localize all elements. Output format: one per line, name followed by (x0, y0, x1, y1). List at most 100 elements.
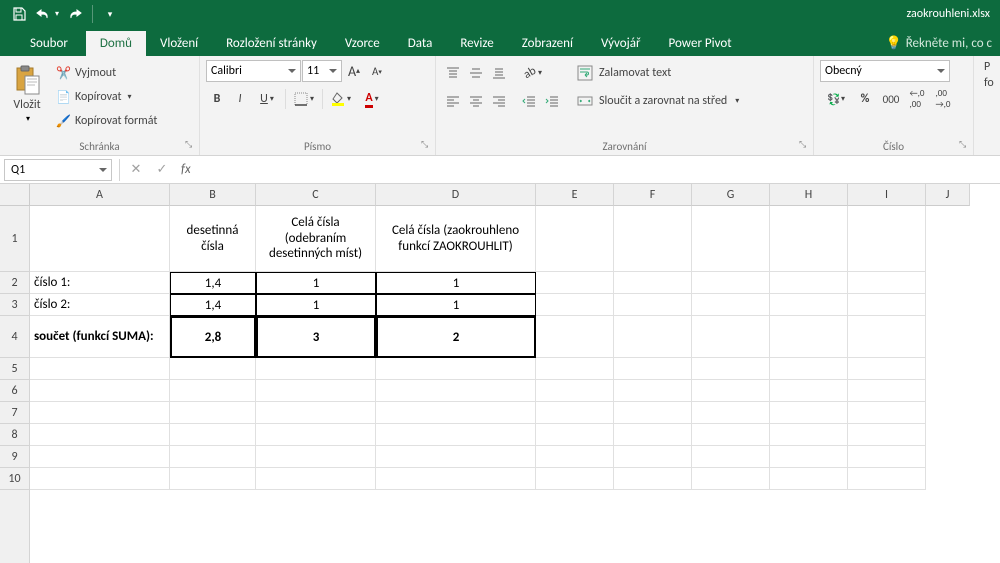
accounting-format-button[interactable]: 💱▾ (820, 88, 850, 110)
font-size-select[interactable]: 11 (302, 60, 342, 82)
wrap-text-button[interactable]: Zalamovat text (571, 62, 745, 84)
cell[interactable] (692, 402, 770, 424)
row-hdr-1[interactable]: 1 (0, 206, 29, 272)
cell[interactable] (30, 402, 170, 424)
cell[interactable] (256, 468, 376, 490)
cell[interactable] (614, 358, 692, 380)
cell[interactable]: 1,4 (170, 294, 256, 316)
cell[interactable] (30, 380, 170, 402)
increase-decimal-button[interactable]: ←,0,00 (906, 88, 928, 110)
fx-icon[interactable]: fx (181, 162, 191, 177)
cell[interactable] (692, 272, 770, 294)
cond-format-partial[interactable]: P (984, 60, 990, 74)
cell[interactable] (614, 468, 692, 490)
comma-button[interactable]: 000 (880, 88, 902, 110)
cell[interactable] (376, 402, 536, 424)
row-hdr-4[interactable]: 4 (0, 316, 29, 358)
tab-view[interactable]: Zobrazení (508, 31, 587, 56)
cell[interactable] (30, 206, 170, 272)
col-hdr-f[interactable]: F (614, 184, 692, 206)
cell[interactable] (30, 468, 170, 490)
cell[interactable] (692, 206, 770, 272)
bold-button[interactable]: B (206, 88, 228, 110)
cell[interactable] (770, 424, 848, 446)
cell[interactable]: součet (funkcí SUMA): (30, 316, 170, 358)
cell[interactable] (770, 272, 848, 294)
cell[interactable]: 1 (376, 294, 536, 316)
borders-button[interactable]: ▾ (289, 88, 319, 110)
align-right-button[interactable] (488, 90, 510, 112)
col-hdr-i[interactable]: I (848, 184, 926, 206)
cell[interactable] (848, 294, 926, 316)
cell[interactable] (848, 316, 926, 358)
cell[interactable] (848, 272, 926, 294)
cell[interactable]: 1,4 (170, 272, 256, 294)
align-bottom-button[interactable] (488, 62, 510, 84)
decrease-indent-button[interactable] (518, 90, 540, 112)
tab-data[interactable]: Data (394, 31, 447, 56)
underline-button[interactable]: U▾ (252, 88, 282, 110)
cell[interactable] (170, 424, 256, 446)
row-hdr-9[interactable]: 9 (0, 446, 29, 468)
cell[interactable]: desetinná čísla (170, 206, 256, 272)
cell[interactable] (614, 206, 692, 272)
row-hdr-10[interactable]: 10 (0, 468, 29, 490)
cell[interactable]: Celá čísla (zaokrouhleno funkcí ZAOKROUH… (376, 206, 536, 272)
cell[interactable] (848, 446, 926, 468)
row-hdr-7[interactable]: 7 (0, 402, 29, 424)
cell[interactable] (848, 206, 926, 272)
cell[interactable] (536, 424, 614, 446)
cell[interactable]: 2,8 (170, 316, 256, 358)
cell[interactable] (30, 424, 170, 446)
tab-layout[interactable]: Rozložení stránky (212, 31, 331, 56)
cell[interactable] (536, 380, 614, 402)
align-middle-button[interactable] (465, 62, 487, 84)
col-hdr-e[interactable]: E (536, 184, 614, 206)
decrease-decimal-button[interactable]: ,00→,0 (932, 88, 954, 110)
tell-me[interactable]: 💡 Řekněte mi, co c (878, 31, 1000, 56)
col-hdr-c[interactable]: C (256, 184, 376, 206)
cell[interactable] (170, 402, 256, 424)
cell[interactable] (614, 294, 692, 316)
cell[interactable] (692, 468, 770, 490)
cell[interactable]: 1 (376, 272, 536, 294)
cell[interactable] (256, 358, 376, 380)
col-hdr-j[interactable]: J (926, 184, 970, 206)
cell[interactable] (256, 446, 376, 468)
font-color-button[interactable]: A▾ (357, 88, 387, 110)
cells[interactable]: desetinná čísla Celá čísla (odebraním de… (30, 206, 1000, 563)
cell[interactable] (848, 380, 926, 402)
cell[interactable] (536, 294, 614, 316)
cell[interactable] (770, 206, 848, 272)
cell[interactable] (770, 380, 848, 402)
decrease-font-button[interactable]: A▾ (366, 60, 388, 82)
tab-review[interactable]: Revize (446, 31, 507, 56)
align-left-button[interactable] (442, 90, 464, 112)
col-hdr-d[interactable]: D (376, 184, 536, 206)
name-box[interactable]: Q1 (4, 159, 112, 181)
cell[interactable] (692, 316, 770, 358)
cell[interactable] (848, 358, 926, 380)
tab-insert[interactable]: Vložení (146, 31, 212, 56)
cell[interactable] (170, 380, 256, 402)
col-hdr-h[interactable]: H (770, 184, 848, 206)
cancel-icon[interactable]: ✕ (123, 159, 149, 181)
number-format-select[interactable]: Obecný (820, 60, 950, 82)
cell[interactable] (536, 272, 614, 294)
cell[interactable] (848, 424, 926, 446)
redo-icon[interactable] (62, 2, 88, 26)
row-hdr-3[interactable]: 3 (0, 294, 29, 316)
cell[interactable] (376, 424, 536, 446)
formula-input[interactable] (197, 159, 1000, 181)
cell[interactable] (614, 446, 692, 468)
increase-indent-button[interactable] (541, 90, 563, 112)
dialog-launcher-icon[interactable]: ⤡ (421, 139, 433, 151)
tab-powerpivot[interactable]: Power Pivot (655, 31, 746, 56)
orientation-button[interactable]: ab▾ (518, 62, 548, 84)
tab-home[interactable]: Domů (86, 31, 146, 56)
qat-customize-icon[interactable]: ▾ (97, 2, 123, 26)
cell[interactable] (848, 468, 926, 490)
cell[interactable] (256, 380, 376, 402)
dialog-launcher-icon[interactable]: ⤡ (799, 139, 811, 151)
cell[interactable] (170, 468, 256, 490)
